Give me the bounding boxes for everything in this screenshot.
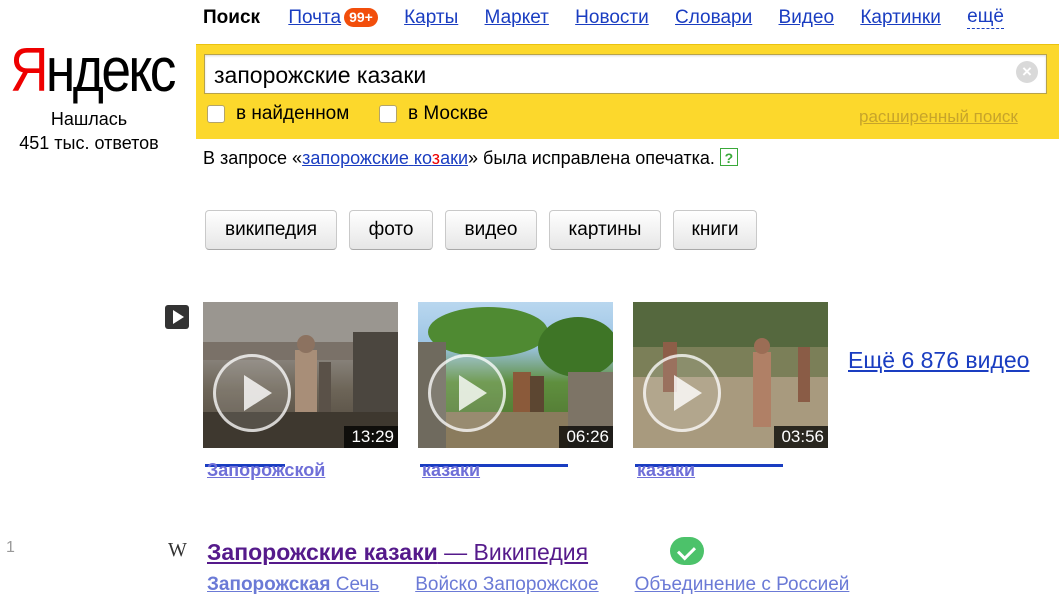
nav-more[interactable]: ещё [967,6,1004,29]
video-duration: 03:56 [774,426,828,448]
suggest-button-books[interactable]: книги [673,210,757,250]
video-title-1[interactable]: Запорожской [207,458,325,482]
corrected-word-2a[interactable]: ко [414,148,432,168]
sublink-2[interactable]: Войско Запорожское [415,574,598,595]
typo-prefix: В запросе « [203,148,303,168]
result-title-bold[interactable]: Запорожские казаки [207,539,438,565]
suggest-button-photo[interactable]: фото [349,210,433,250]
result-title-link[interactable]: Запорожские казаки — Википедия [207,538,588,566]
results-count-label: Нашлась [50,109,128,129]
nav-video[interactable]: Видео [779,6,835,30]
suggest-button-paintings[interactable]: картины [549,210,661,250]
suggest-button-wikipedia[interactable]: википедия [205,210,337,250]
nav-dictionaries[interactable]: Словари [675,6,752,30]
results-count-value: 451 тыс. ответов [19,133,159,153]
corrected-word-2c[interactable]: аки [440,148,468,168]
play-icon [213,354,291,432]
help-icon[interactable]: ? [719,148,738,166]
logo-rest: ндекс [45,36,176,105]
video-duration: 13:29 [344,426,398,448]
typo-suffix: » была исправлена опечатка. [468,148,715,168]
yandex-logo[interactable]: Яндекс [10,36,176,106]
play-icon [643,354,721,432]
nav-maps[interactable]: Карты [404,6,458,30]
filter-moscow-checkbox[interactable] [379,105,397,123]
video-title-3[interactable]: казаки [637,458,695,482]
video-thumbnail-1[interactable]: 13:29 [203,302,398,448]
suggest-button-video[interactable]: видео [445,210,537,250]
video-duration: 06:26 [559,426,613,448]
sublink-3[interactable]: Объединение с Россией [635,574,850,595]
nav-mail-wrap: Почта 99+ [288,6,378,30]
wikipedia-icon: W [168,539,187,561]
video-block-icon [165,305,189,329]
results-count: Нашлась 451 тыс. ответов [0,107,178,155]
result-title-rest[interactable]: — Википедия [438,539,588,565]
clear-icon[interactable]: × [1016,61,1038,83]
corrected-word-1[interactable]: запорожские [302,148,409,168]
video-title-2[interactable]: казаки [422,458,480,482]
filter-found-checkbox[interactable] [207,105,225,123]
mail-count-badge[interactable]: 99+ [344,8,378,27]
nav-mail[interactable]: Почта [288,6,341,30]
more-videos-link[interactable]: Ещё 6 876 видео [848,346,1029,374]
search-input-value[interactable]: запорожские казаки [214,60,426,90]
filter-moscow-label[interactable]: в Москве [408,102,488,126]
video-thumbnail-3[interactable]: 03:56 [633,302,828,448]
result-number: 1 [6,539,15,556]
logo-first-letter: Я [10,36,48,105]
filter-found-label[interactable]: в найденном [236,102,349,126]
verified-check-icon [670,537,704,565]
corrected-letter[interactable]: з [432,148,440,168]
corrected-query-link[interactable]: запорожские козаки [302,148,468,168]
nav-news[interactable]: Новости [575,6,649,30]
nav-images[interactable]: Картинки [860,6,941,30]
sublink-1-bold[interactable]: Запорожская [207,574,330,595]
nav-search-current: Поиск [203,7,261,28]
result-sublinks: Запорожская Сечь Войско Запорожское Объеди… [207,573,885,597]
video-thumbnail-2[interactable]: 06:26 [418,302,613,448]
top-nav: Поиск Почта 99+ Карты Маркет Новости Слов… [203,6,1004,30]
typo-correction: В запросе «запорожские козаки» была испр… [203,146,738,170]
sublink-1[interactable]: Запорожская Сечь [207,574,379,595]
advanced-search-link[interactable]: расширенный поиск [859,106,1018,128]
sublink-1-rest[interactable]: Сечь [330,574,379,595]
nav-market[interactable]: Маркет [485,6,549,30]
play-icon [428,354,506,432]
